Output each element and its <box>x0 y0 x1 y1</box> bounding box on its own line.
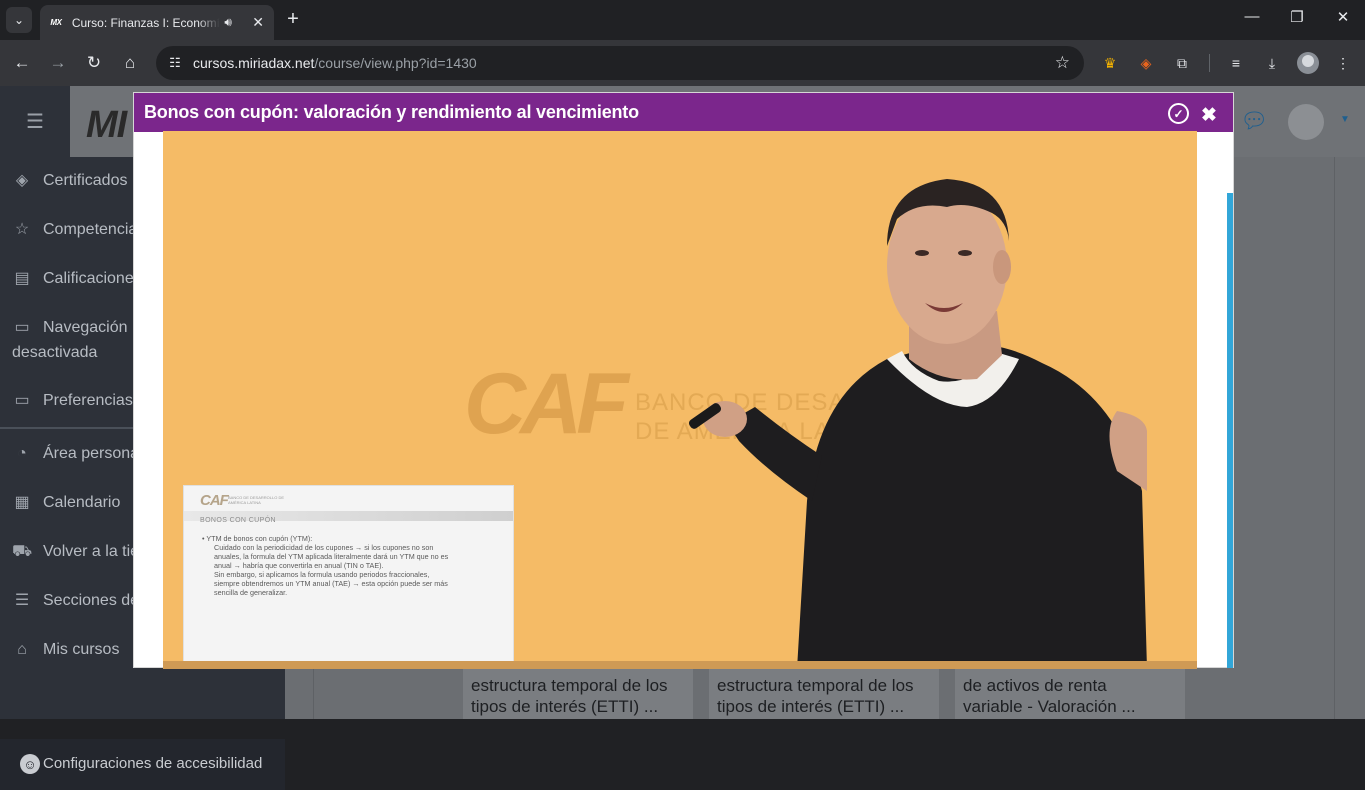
back-arrow-icon[interactable]: ← <box>11 52 33 74</box>
slide-line: Sin embargo, si aplicamos la formula usa… <box>214 570 430 579</box>
home-icon[interactable]: ⌂ <box>119 52 141 74</box>
browser-tab-bar: ⌄ MX Curso: Finanzas I: Economía 🔊︎ ✕ + … <box>0 0 1365 40</box>
modal-title: Bonos con cupón: valoración y rendimient… <box>144 102 639 122</box>
window-close-icon[interactable]: ✕ <box>1331 8 1355 26</box>
url-path: /course/view.php?id=1430 <box>314 55 477 71</box>
accessibility-icon: ☺ <box>20 754 40 774</box>
slide-line: siempre obtendremos un YTM anual (TAE) →… <box>214 579 448 588</box>
sidebar-item-label: Calificaciones <box>43 270 142 287</box>
card-title-line: variable - Valoración ... <box>963 697 1136 716</box>
card-title-line: tipos de interés (ETTI) ... <box>471 697 659 716</box>
activity-card[interactable]: estructura temporal de los tipos de inte… <box>463 661 693 719</box>
accessibility-settings-button[interactable]: ☺ Configuraciones de accesibilidad <box>0 739 285 790</box>
minimize-icon[interactable]: — <box>1240 8 1264 25</box>
card-title-line: tipos de interés (ETTI) ... <box>717 697 905 716</box>
check-complete-icon[interactable]: ✓ <box>1168 103 1189 124</box>
more-menu-icon[interactable]: ⋮ <box>1333 53 1353 73</box>
sidebar-item-label: Calendario <box>43 494 121 511</box>
chat-bubble-icon[interactable]: 💬︎ <box>1240 108 1268 134</box>
slide-line: sencilla de generalizar. <box>214 588 288 597</box>
slide-body: • YTM de bonos con cupón (YTM): Cuidado … <box>202 534 502 597</box>
activity-card[interactable]: estructura temporal de los tipos de inte… <box>709 661 939 719</box>
media-control-icon[interactable]: ≡ <box>1226 53 1246 73</box>
slide-heading: BONOS CON CUPÓN <box>200 517 277 524</box>
speaker-icon[interactable]: 🔊︎ <box>224 15 242 30</box>
lecture-slide: CAF BANCO DE DESARROLLO DE AMÉRICA LATIN… <box>183 485 514 669</box>
slide-line: anuales, la formula del YTM aplicada lit… <box>214 552 449 561</box>
address-bar[interactable]: ☷ cursos.miriadax.net/course/view.php?id… <box>156 46 1084 80</box>
activity-card[interactable]: de activos de renta variable - Valoració… <box>955 661 1185 719</box>
maximize-icon[interactable]: ❐ <box>1285 8 1309 26</box>
card-title-line: estructura temporal de los <box>717 676 914 695</box>
site-info-icon[interactable]: ☷ <box>166 54 184 72</box>
dashboard-icon: ◔ <box>17 445 27 462</box>
book-icon: ▤ <box>14 270 30 287</box>
tab-title: Curso: Finanzas I: Economía <box>71 15 221 30</box>
slide-logo: CAF <box>200 492 229 509</box>
tab-favicon: MX <box>50 18 62 27</box>
modal-scrollbar-thumb[interactable] <box>1227 193 1233 668</box>
sidebar-item-label: Preferencias <box>43 392 133 409</box>
tab-search-dropdown-icon[interactable]: ⌄ <box>6 7 32 33</box>
url-host: cursos.miriadax.net <box>193 55 315 71</box>
slide-line: Cuidado con la periodicidad de los cupon… <box>214 543 434 552</box>
video-controls-strip[interactable] <box>163 661 1197 669</box>
sidebar-item-label: Competencias <box>43 221 146 238</box>
toolbar-separator <box>1209 54 1210 72</box>
new-tab-icon[interactable]: + <box>283 8 303 30</box>
modal-close-icon[interactable]: ✖ <box>1200 104 1218 127</box>
folder-icon: ▭ <box>14 392 30 409</box>
extensions-puzzle-icon[interactable]: ⧉ <box>1172 53 1192 73</box>
caret-down-icon[interactable]: ▼ <box>1340 114 1350 125</box>
forward-arrow-icon[interactable]: → <box>47 52 69 74</box>
star-icon: ☆ <box>14 221 30 238</box>
calendar-icon: ▦ <box>14 494 30 511</box>
sidebar-item-label-2: desactivada <box>12 344 98 361</box>
browser-toolbar: ← → ↻ ⌂ ☷ cursos.miriadax.net/course/vie… <box>0 40 1365 86</box>
site-logo[interactable]: MI <box>86 104 127 147</box>
folder-icon: ▭ <box>14 319 30 336</box>
video-player[interactable]: CAF BANCO DE DESARROLLO DE AMÉRICA LATIN… <box>163 131 1197 669</box>
slide-line: anual → habría que convertirla en anual … <box>214 561 384 570</box>
sidebar-item-label: Certificados <box>43 172 128 189</box>
video-modal: Bonos con cupón: valoración y rendimient… <box>133 92 1234 669</box>
list-icon: ☰ <box>14 592 30 609</box>
user-avatar[interactable] <box>1288 104 1324 140</box>
cart-icon: ⛟ <box>12 543 33 560</box>
modal-header: Bonos con cupón: valoración y rendimient… <box>134 93 1233 132</box>
watermark-logo: CAF <box>464 356 629 452</box>
cap-extension-icon[interactable]: ◈ <box>1136 53 1156 73</box>
accessibility-label: Configuraciones de accesibilidad <box>43 755 263 772</box>
card-title-line: estructura temporal de los <box>471 676 668 695</box>
card-title-line: de activos de renta <box>963 676 1107 695</box>
sidebar-item-label: Mis cursos <box>43 641 120 658</box>
sidebar-item-label: Área personal <box>43 445 143 462</box>
slide-logo-subtitle: BANCO DE DESARROLLO DE AMÉRICA LATINA <box>228 495 285 505</box>
crown-extension-icon[interactable]: ♛ <box>1100 53 1120 73</box>
graduation-cap-icon: ⌂ <box>17 641 27 658</box>
reload-icon[interactable]: ↻ <box>83 52 105 74</box>
tab-close-icon[interactable]: ✕ <box>250 14 266 31</box>
sidebar-item-label: Navegación <box>43 319 128 336</box>
presenter-figure <box>688 179 1147 669</box>
bookmark-star-icon[interactable]: ☆ <box>1055 53 1070 73</box>
download-icon[interactable]: ⤓ <box>1262 53 1282 73</box>
browser-tab[interactable]: MX Curso: Finanzas I: Economía 🔊︎ ✕ <box>40 5 274 40</box>
url-text[interactable]: cursos.miriadax.net/course/view.php?id=1… <box>193 55 477 71</box>
hamburger-menu-icon[interactable]: ☰ <box>0 86 70 157</box>
slide-bullet: • YTM de bonos con cupón (YTM): <box>202 534 313 543</box>
profile-avatar[interactable] <box>1297 52 1319 74</box>
layers-icon: ◈ <box>15 172 29 189</box>
